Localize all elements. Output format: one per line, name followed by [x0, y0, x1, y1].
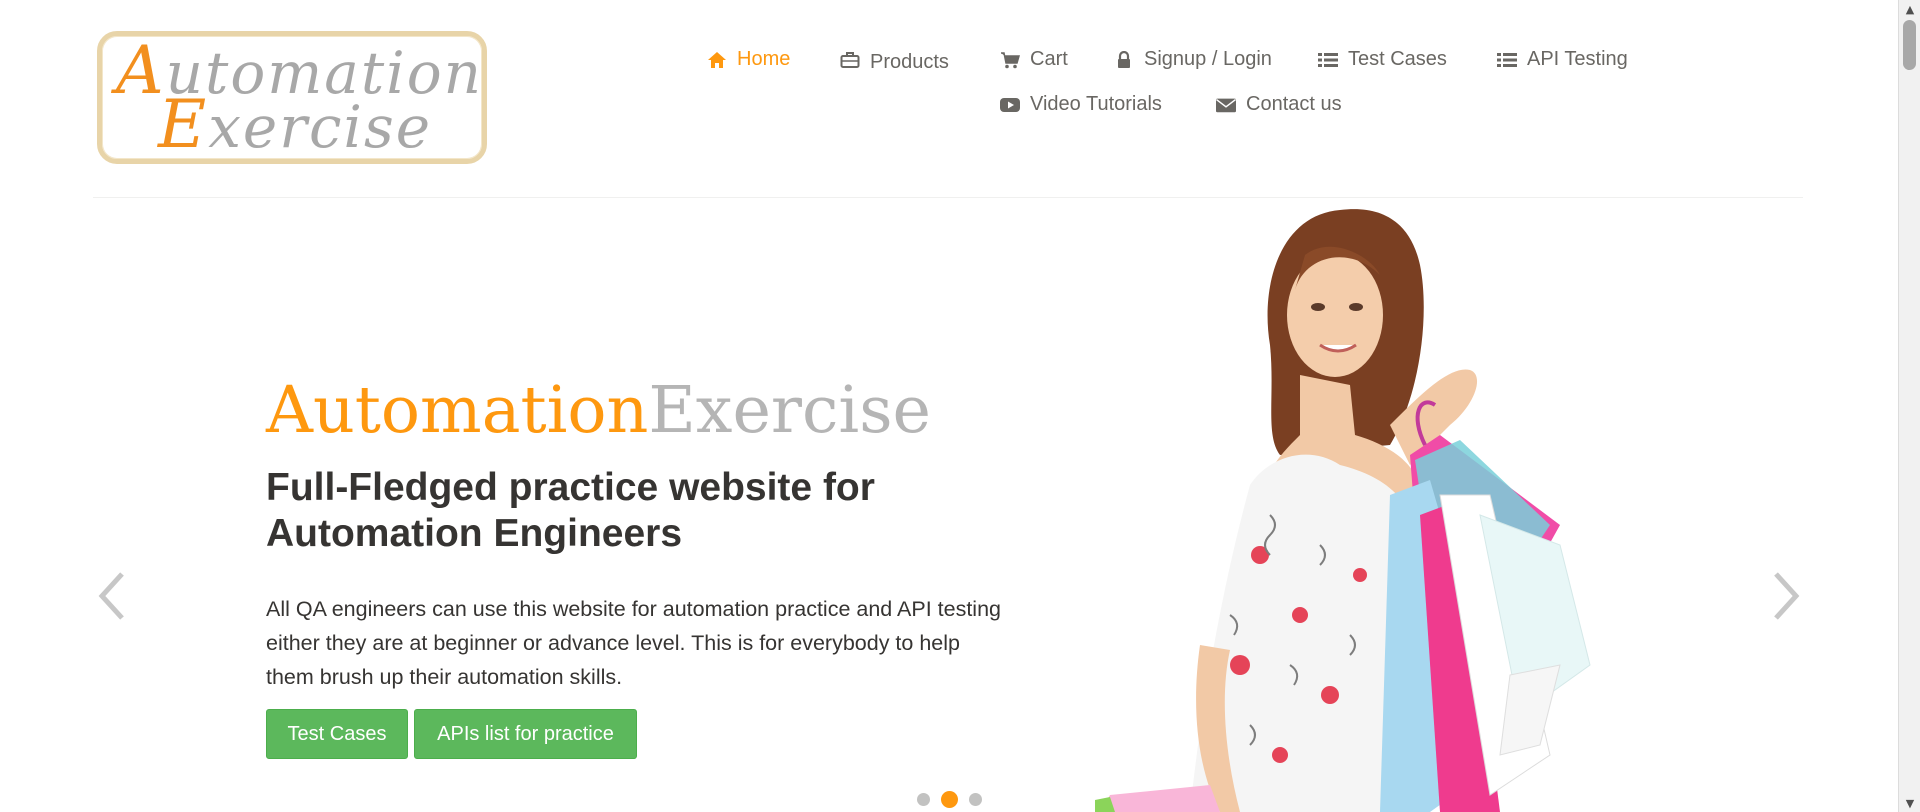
nav-cart-label: Cart	[1030, 48, 1068, 70]
scrollbar-thumb[interactable]	[1903, 20, 1916, 70]
nav-video-tutorials-label: Video Tutorials	[1030, 93, 1162, 115]
chevron-right-icon	[1774, 572, 1800, 620]
nav-home[interactable]: Home	[707, 48, 790, 71]
briefcase-icon	[840, 51, 860, 69]
logo-line-2: Exercise	[158, 86, 433, 163]
cart-icon	[1000, 51, 1020, 69]
youtube-play-icon	[1000, 96, 1020, 114]
hero-title: AutomationExercise	[266, 373, 932, 448]
lock-icon	[1114, 50, 1134, 69]
list-icon	[1318, 51, 1338, 69]
carousel-prev-button[interactable]	[92, 566, 132, 626]
site-logo[interactable]: Automation Exercise	[97, 31, 487, 164]
nav-api-testing[interactable]: API Testing	[1497, 48, 1628, 71]
carousel-indicators	[917, 791, 982, 808]
hero-description: All QA engineers can use this website fo…	[266, 597, 1001, 689]
nav-contact-us[interactable]: Contact us	[1216, 93, 1342, 116]
scroll-up-arrow-icon[interactable]: ▲	[1899, 0, 1920, 18]
carousel-dot-2[interactable]	[941, 791, 958, 808]
apis-list-button[interactable]: APIs list for practice	[414, 709, 637, 759]
hero-subtitle: Full-Fledged practice website for Automa…	[266, 466, 875, 555]
list-icon	[1497, 51, 1517, 69]
carousel-dot-1[interactable]	[917, 793, 930, 806]
nav-products[interactable]: Products	[840, 48, 949, 73]
nav-home-label: Home	[737, 48, 791, 70]
test-cases-button[interactable]: Test Cases	[266, 709, 408, 759]
nav-contact-us-label: Contact us	[1246, 93, 1342, 115]
nav-video-tutorials[interactable]: Video Tutorials	[1000, 93, 1162, 116]
nav-signup-login-label: Signup / Login	[1144, 48, 1272, 70]
nav-signup-login[interactable]: Signup / Login	[1114, 48, 1272, 71]
envelope-icon	[1216, 96, 1236, 114]
nav-cart[interactable]: Cart	[1000, 48, 1068, 71]
carousel-dot-3[interactable]	[969, 793, 982, 806]
nav-api-testing-label: API Testing	[1527, 48, 1628, 70]
scroll-down-arrow-icon[interactable]: ▼	[1899, 794, 1920, 812]
page-scrollbar[interactable]: ▲ ▼	[1898, 0, 1920, 812]
hero-image	[1095, 209, 1591, 812]
chevron-left-icon	[98, 572, 124, 620]
carousel-next-button[interactable]	[1766, 566, 1806, 626]
nav-test-cases-label: Test Cases	[1348, 48, 1447, 70]
nav-test-cases[interactable]: Test Cases	[1318, 48, 1447, 71]
nav-products-label: Products	[870, 51, 949, 73]
home-icon	[707, 51, 727, 69]
